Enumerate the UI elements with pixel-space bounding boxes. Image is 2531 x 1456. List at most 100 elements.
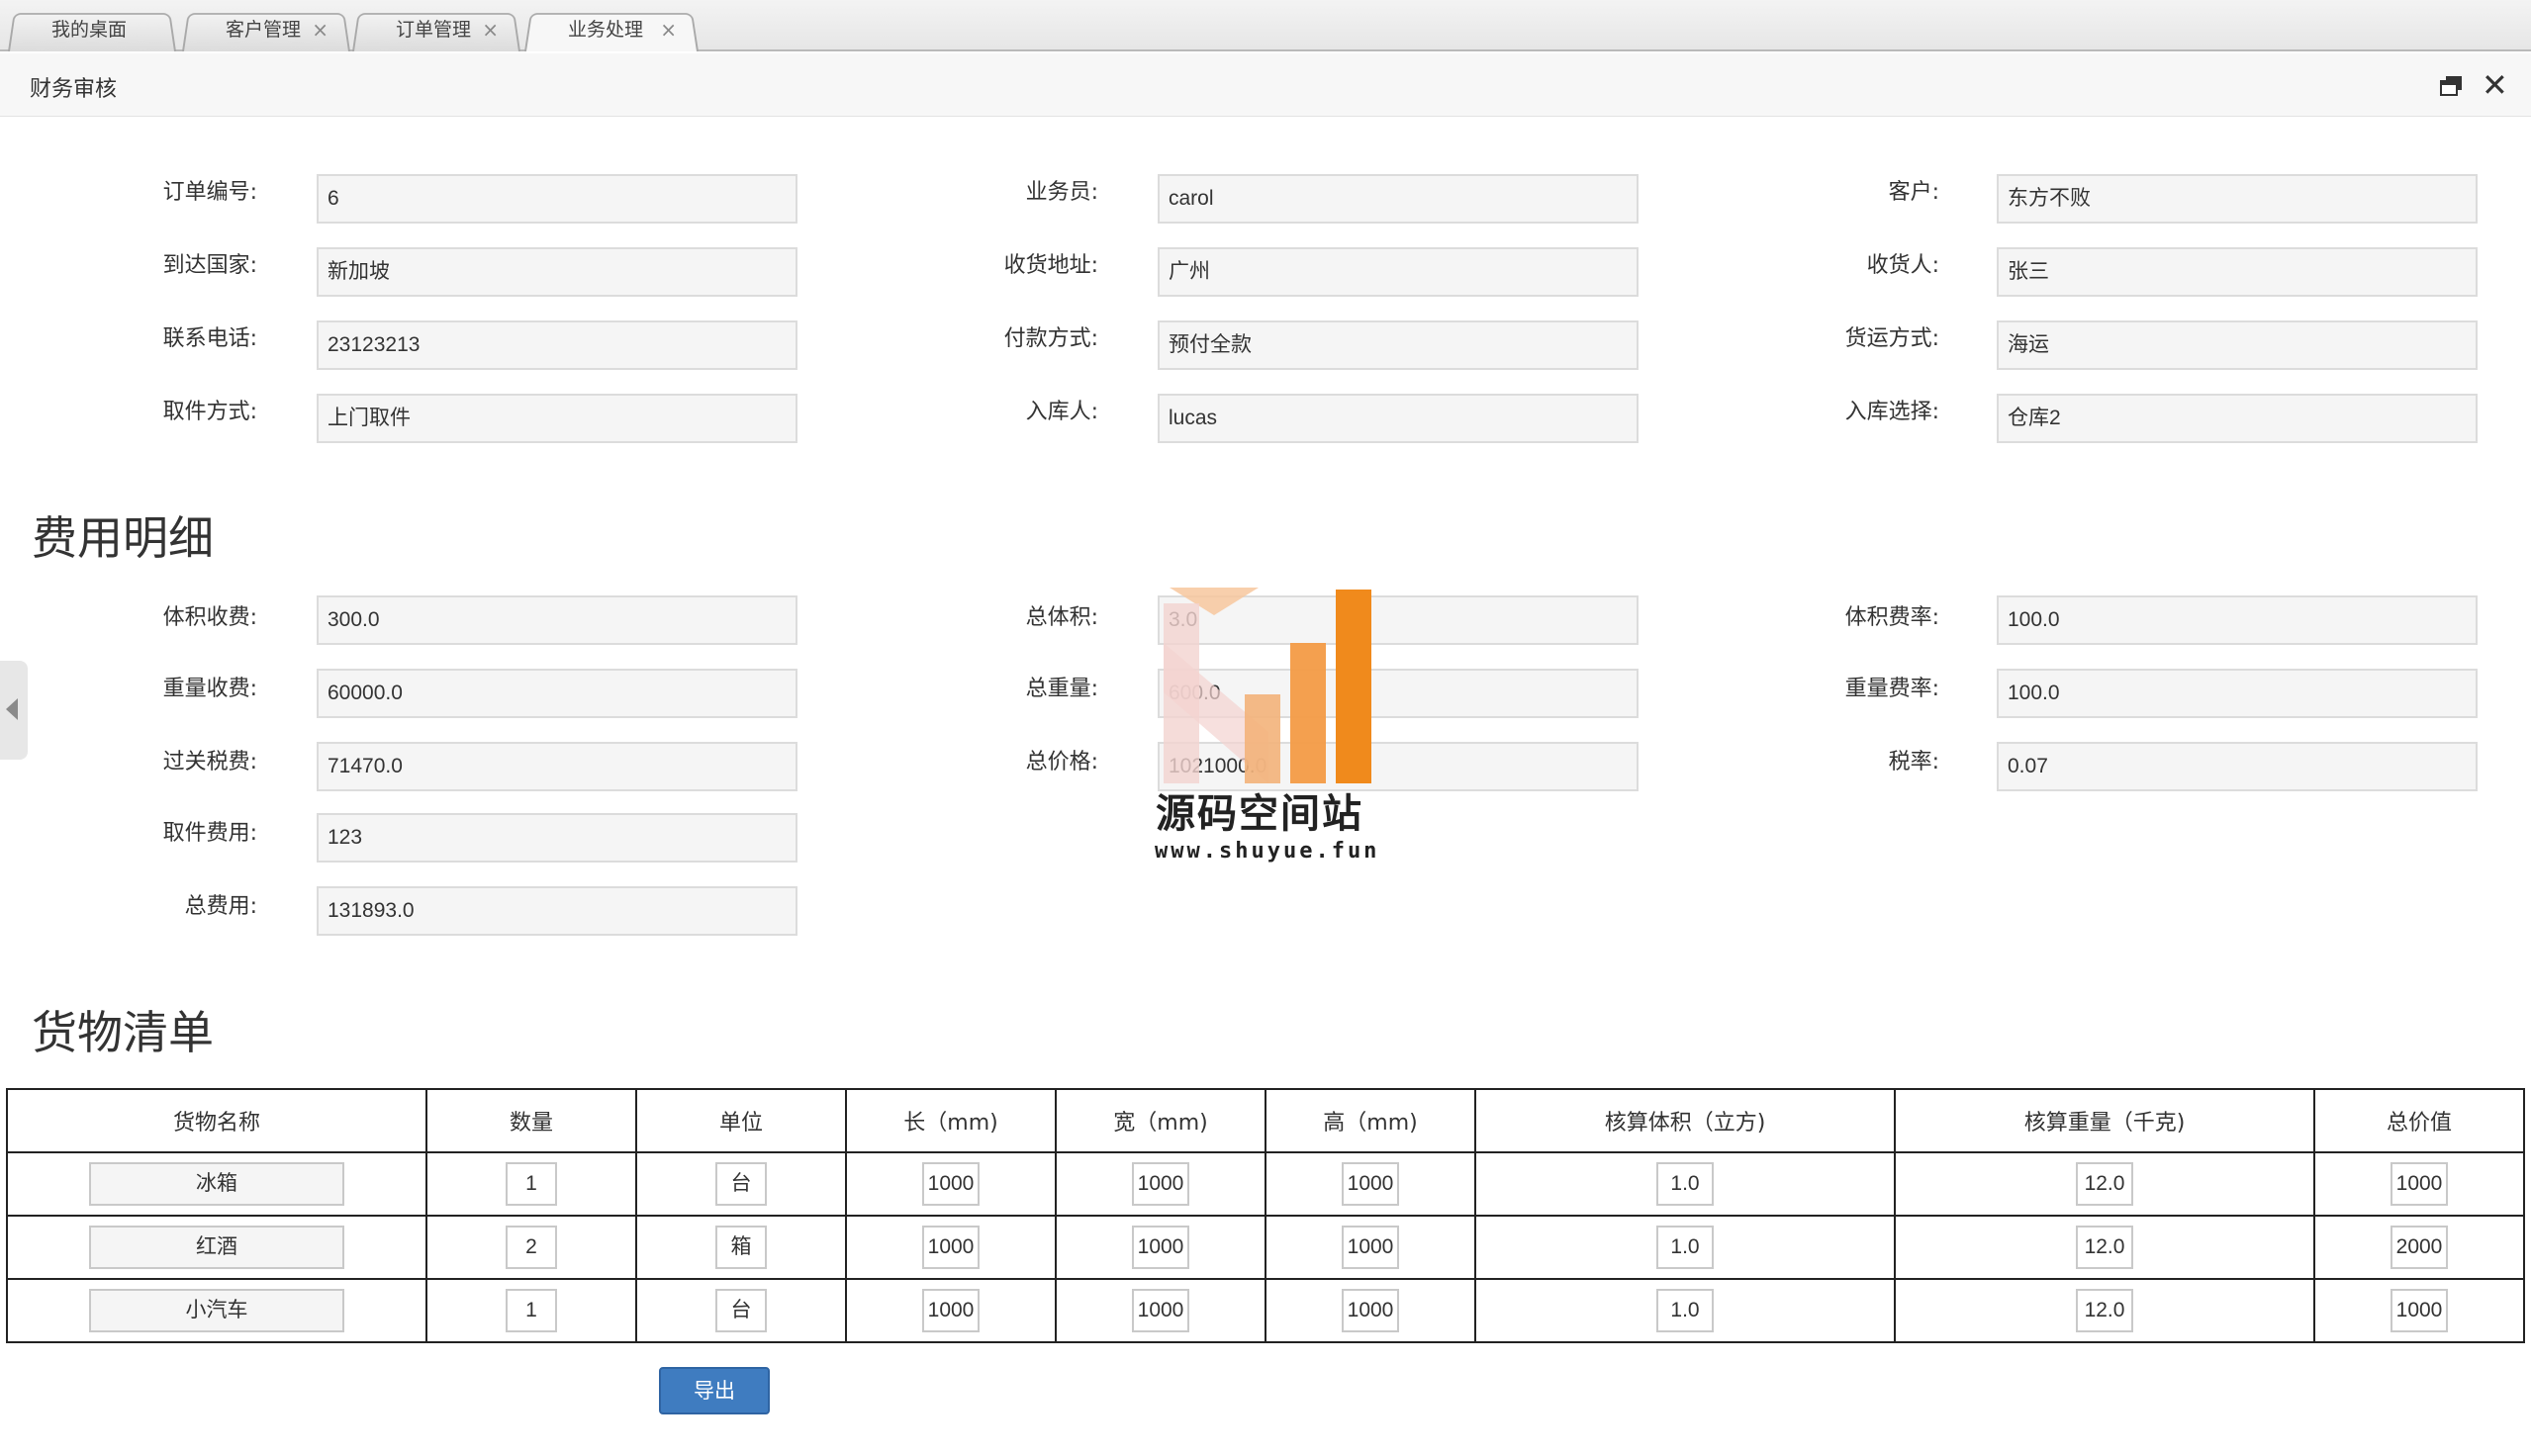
watermark-url: www.shuyue.fun [1155,839,1380,864]
export-button[interactable]: 导出 [659,1367,770,1414]
label-total-weight: 总重量: [1025,677,1098,701]
order-no-field[interactable]: 6 [317,174,797,224]
table-row: 冰箱 1 台 1000 1000 1000 1.0 12.0 1000 [6,1151,2525,1217]
width-field[interactable]: 1000 [1132,1289,1189,1332]
length-field[interactable]: 1000 [922,1162,980,1206]
chevron-left-icon [6,698,18,720]
volume-fee-field[interactable]: 300.0 [317,595,797,645]
volume-rate-field[interactable]: 100.0 [1997,595,2478,645]
cell-height: 1000 [1265,1151,1476,1217]
height-field[interactable]: 1000 [1342,1289,1399,1332]
cell-weight: 12.0 [1894,1278,2315,1343]
salesman-field[interactable]: carol [1158,174,1639,224]
unit-field[interactable]: 箱 [715,1226,767,1269]
label-warehouse: 入库选择: [1844,400,1939,424]
tab-order-management[interactable]: 订单管理 × [352,10,520,51]
pickup-field[interactable]: 上门取件 [317,394,797,443]
shipping-field[interactable]: 海运 [1997,320,2478,370]
cell-width: 1000 [1055,1278,1266,1343]
pickup-fee-field[interactable]: 123 [317,813,797,863]
total-fee-field[interactable]: 131893.0 [317,886,797,936]
quantity-field[interactable]: 1 [506,1289,557,1332]
height-field[interactable]: 1000 [1342,1162,1399,1206]
customer-field[interactable]: 东方不败 [1997,174,2478,224]
country-field[interactable]: 新加坡 [317,247,797,297]
goods-name-field[interactable]: 冰箱 [89,1162,344,1206]
total-weight-field[interactable]: 600.0 [1158,669,1639,718]
quantity-field[interactable]: 2 [506,1226,557,1269]
customs-tax-field[interactable]: 71470.0 [317,742,797,791]
cell-width: 1000 [1055,1151,1266,1217]
width-field[interactable]: 1000 [1132,1162,1189,1206]
weight-rate-field[interactable]: 100.0 [1997,669,2478,718]
close-tab-icon[interactable]: × [660,10,677,49]
cell-name: 冰箱 [6,1151,427,1217]
label-customs-tax: 过关税费: [162,750,257,774]
height-field[interactable]: 1000 [1342,1226,1399,1269]
address-field[interactable]: 广州 [1158,247,1639,297]
goods-section-title: 货物清单 [32,1006,214,1059]
close-window-icon[interactable]: ✕ [2482,69,2508,101]
cell-volume: 1.0 [1474,1151,1896,1217]
unit-field[interactable]: 台 [715,1162,767,1206]
label-total-volume: 总体积: [1025,605,1098,630]
weight-fee-field[interactable]: 60000.0 [317,669,797,718]
col-header-height: 高（mm) [1265,1088,1476,1153]
tab-customer-management[interactable]: 客户管理 × [182,10,350,51]
volume-field[interactable]: 1.0 [1656,1226,1714,1269]
cell-height: 1000 [1265,1215,1476,1280]
label-pickup: 取件方式: [162,400,257,424]
volume-field[interactable]: 1.0 [1656,1162,1714,1206]
col-header-volume: 核算体积（立方) [1474,1088,1896,1153]
cell-name: 小汽车 [6,1278,427,1343]
table-row: 红酒 2 箱 1000 1000 1000 1.0 12.0 2000 [6,1215,2525,1280]
label-payment: 付款方式: [1003,326,1098,351]
stocker-field[interactable]: lucas [1158,394,1639,443]
label-salesman: 业务员: [1025,180,1098,205]
total-value-field[interactable]: 1000 [2390,1162,2448,1206]
length-field[interactable]: 1000 [922,1289,980,1332]
weight-field[interactable]: 12.0 [2076,1289,2133,1332]
receiver-field[interactable]: 张三 [1997,247,2478,297]
cell-total-value: 1000 [2313,1151,2525,1217]
tab-business-processing[interactable]: 业务处理 × [524,10,699,51]
label-weight-fee: 重量收费: [162,677,257,701]
width-field[interactable]: 1000 [1132,1226,1189,1269]
cell-volume: 1.0 [1474,1215,1896,1280]
weight-field[interactable]: 12.0 [2076,1162,2133,1206]
close-tab-icon[interactable]: × [482,10,499,49]
tax-rate-field[interactable]: 0.07 [1997,742,2478,791]
close-tab-icon[interactable]: × [312,10,328,49]
fees-section-title: 费用明细 [32,511,214,565]
quantity-field[interactable]: 1 [506,1162,557,1206]
sidebar-collapse-handle[interactable] [0,661,28,760]
weight-field[interactable]: 12.0 [2076,1226,2133,1269]
cell-unit: 台 [635,1278,847,1343]
label-weight-rate: 重量费率: [1844,677,1939,701]
goods-table: 货物名称 数量 单位 长（mm) 宽（mm) 高（mm) 核算体积（立方) 核算… [6,1088,2525,1343]
total-volume-field[interactable]: 3.0 [1158,595,1639,645]
volume-field[interactable]: 1.0 [1656,1289,1714,1332]
panel-header: 财务审核 ✕ [0,53,2531,117]
cell-total-value: 1000 [2313,1278,2525,1343]
warehouse-field[interactable]: 仓库2 [1997,394,2478,443]
label-phone: 联系电话: [162,326,257,351]
goods-name-field[interactable]: 红酒 [89,1226,344,1269]
restore-window-icon[interactable] [2440,75,2464,97]
phone-field[interactable]: 23123213 [317,320,797,370]
unit-field[interactable]: 台 [715,1289,767,1332]
tab-label: 业务处理 [568,19,644,41]
total-value-field[interactable]: 1000 [2390,1289,2448,1332]
label-tax-rate: 税率: [1888,750,1939,774]
length-field[interactable]: 1000 [922,1226,980,1269]
cell-width: 1000 [1055,1215,1266,1280]
cell-quantity: 1 [425,1278,637,1343]
goods-name-field[interactable]: 小汽车 [89,1289,344,1332]
cell-quantity: 1 [425,1151,637,1217]
tab-desktop[interactable]: 我的桌面 [8,10,176,51]
cell-name: 红酒 [6,1215,427,1280]
payment-field[interactable]: 预付全款 [1158,320,1639,370]
cell-unit: 台 [635,1151,847,1217]
total-value-field[interactable]: 2000 [2390,1226,2448,1269]
col-header-length: 长（mm) [845,1088,1057,1153]
